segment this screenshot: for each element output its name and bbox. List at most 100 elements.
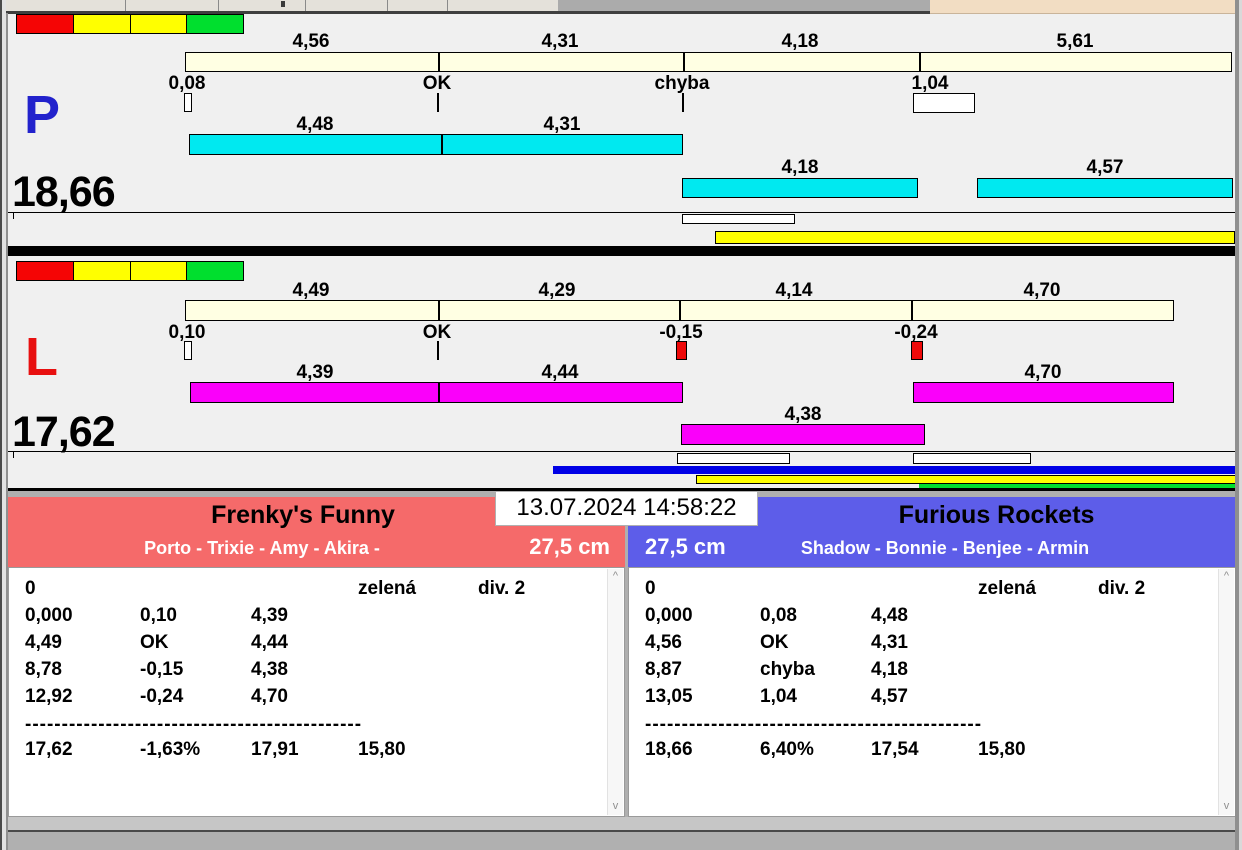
p-split-bar: [185, 52, 1232, 72]
p-bottom-yellow-bar: [715, 231, 1235, 244]
l-baseline: [8, 451, 1236, 452]
l-row1-divider: [438, 383, 440, 402]
l-letter: L: [25, 327, 58, 387]
table-row: 0,000 0,10 4,39: [25, 605, 288, 626]
p-square-red: [17, 15, 74, 33]
section-divider: [8, 246, 1236, 256]
p-total-time: 18,66: [12, 168, 116, 216]
table-row: 12,92 -0,24 4,70: [25, 686, 288, 707]
p-split-label-4: 5,61: [1056, 31, 1094, 52]
right-team-size: 27,5 cm: [645, 534, 726, 559]
l-square-yellow-1: [73, 262, 131, 280]
l-split-tick-1: [438, 301, 440, 320]
scroll-down-icon[interactable]: v: [1219, 799, 1234, 815]
table-summary-row: 17,62 -1,63% 17,91 15,80: [9, 738, 608, 765]
left-percent: -1,63%: [140, 739, 201, 760]
l-split-label-1: 4,49: [292, 280, 330, 301]
p-measure-bar-row2a: [682, 178, 918, 198]
table-row: 8,78 -0,15 4,38: [25, 659, 288, 680]
l-total-time: 17,62: [12, 408, 116, 456]
left-color-label: zelená: [358, 578, 417, 599]
p-mark-label-4: 1,04: [911, 73, 949, 94]
right-results-panel[interactable]: 0 zelená div. 2 0,000 0,08 4,48 4,56 OK …: [628, 567, 1236, 817]
right-standard-time: 15,80: [978, 739, 1026, 760]
left-ref-time: 17,91: [251, 739, 299, 760]
l-baseline-tick: [13, 451, 14, 458]
right-team-name: Furious Rockets: [898, 501, 1095, 529]
table-row: 0 zelená div. 2: [9, 577, 608, 604]
p-mark-white-small: [184, 93, 192, 112]
p-mark-label-3: chyba: [654, 73, 710, 94]
left-division: div. 2: [478, 578, 526, 599]
table-separator: ----------------------------------------…: [25, 714, 363, 735]
l-split-bar: [185, 300, 1174, 321]
p-bottom-white-rect: [682, 214, 795, 224]
l-split-tick-3: [911, 301, 913, 320]
right-panel-scrollbar[interactable]: ^ v: [1218, 569, 1234, 815]
strip-divider: [125, 0, 126, 11]
right-color-label: zelená: [978, 578, 1037, 599]
left-results-panel[interactable]: 0 zelená div. 2 0,000 0,10 4,39 4,49 OK …: [8, 567, 625, 817]
l-mark-white-small: [184, 341, 192, 360]
right-total: 18,66: [645, 739, 693, 760]
p-row2-label-1: 4,18: [781, 157, 819, 178]
l-split-label-3: 4,14: [775, 280, 813, 301]
left-team-dogs: Porto - Trixie - Amy - Akira -: [144, 538, 380, 558]
right-run-number: 0: [645, 578, 656, 599]
left-run-number: 0: [25, 578, 36, 599]
l-row1b-label: 4,70: [1024, 362, 1062, 383]
p-square-yellow-1: [73, 15, 131, 33]
p-baseline: [8, 212, 1236, 213]
l-measure-bar-row1b: [913, 382, 1174, 403]
strip-divider: [218, 0, 219, 11]
l-row2-label: 4,38: [784, 404, 822, 425]
left-panel-scrollbar[interactable]: ^ v: [607, 569, 623, 815]
p-measure-bar-row1: [189, 134, 683, 155]
right-ref-time: 17,54: [871, 739, 919, 760]
table-row: 13,05 1,04 4,57: [645, 686, 908, 707]
background-window-titlebar[interactable]: [558, 0, 930, 11]
p-mark-tick-chyba: [682, 93, 684, 112]
p-baseline-tick: [13, 212, 14, 219]
l-split-label-2: 4,29: [538, 280, 576, 301]
p-split-tick-2: [683, 53, 685, 71]
left-standard-time: 15,80: [358, 739, 406, 760]
left-results-table: 0 zelená div. 2 0,000 0,10 4,39 4,49 OK …: [9, 577, 608, 765]
scroll-down-icon[interactable]: v: [608, 799, 623, 815]
p-mark-tick-ok: [437, 93, 439, 112]
right-percent: 6,40%: [760, 739, 814, 760]
left-team-size: 27,5 cm: [529, 534, 610, 559]
l-bottom-yellow-bar: [696, 475, 1237, 484]
l-mark-red-2: [911, 341, 923, 360]
p-split-label-1: 4,56: [292, 31, 330, 52]
l-bottom-white-rect-2: [913, 453, 1031, 464]
l-split-tick-2: [679, 301, 681, 320]
l-bottom-white-rect-1: [677, 453, 790, 464]
l-row1-label-2: 4,44: [541, 362, 579, 383]
right-division: div. 2: [1098, 578, 1146, 599]
table-summary-row: 18,66 6,40% 17,54 15,80: [629, 738, 1219, 765]
scroll-up-icon[interactable]: ^: [1219, 569, 1234, 585]
table-row: 4,49 OK 4,44: [25, 632, 288, 653]
strip-divider: [387, 0, 388, 11]
window-border-left-inner: [6, 13, 8, 850]
p-split-tick-1: [438, 53, 440, 71]
l-square-yellow-2: [130, 262, 188, 280]
p-split-tick-3: [919, 53, 921, 71]
scroll-up-icon[interactable]: ^: [608, 569, 623, 585]
table-row: 0 zelená div. 2: [629, 577, 1219, 604]
p-split-label-2: 4,31: [541, 31, 579, 52]
table-separator: ----------------------------------------…: [645, 714, 983, 735]
p-mark-white-box: [913, 93, 975, 113]
l-bottom-blue-bar: [553, 466, 1237, 474]
p-square-green: [187, 15, 243, 33]
p-status-squares: [16, 14, 244, 34]
background-window-tan[interactable]: [930, 0, 1242, 14]
l-measure-bar-row2: [681, 424, 925, 445]
p-letter: P: [24, 85, 61, 145]
l-square-red: [17, 262, 74, 280]
p-square-yellow-2: [130, 15, 188, 33]
timing-app-window: 4,56 4,31 4,18 5,61 0,08 OK chyba 1,04 4…: [0, 0, 1242, 850]
p-mark-label-1: 0,08: [168, 73, 206, 94]
l-mark-red-1: [676, 341, 687, 360]
